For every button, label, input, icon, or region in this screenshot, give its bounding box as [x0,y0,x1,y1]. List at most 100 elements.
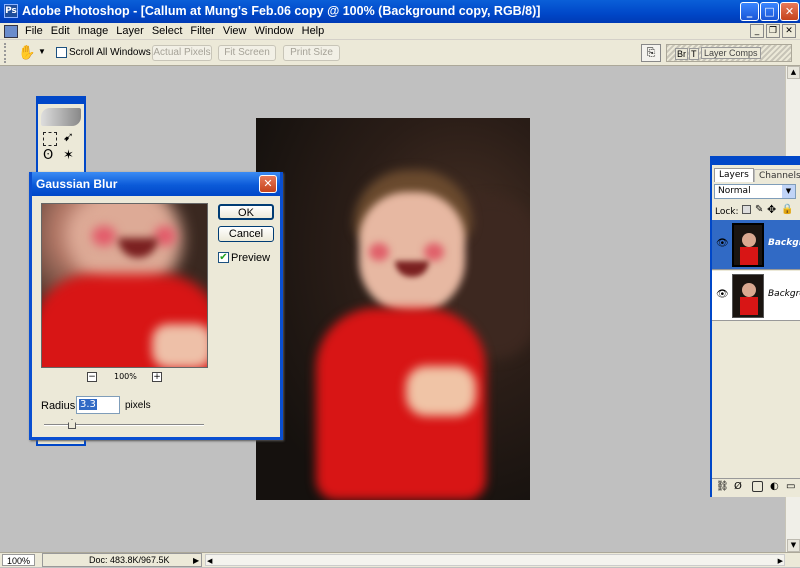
menu-window[interactable]: Window [251,25,298,37]
radius-value: 3.3 [79,399,97,410]
thumbnail-face [742,233,756,247]
zoom-in-button[interactable]: + [152,372,162,382]
layer-name: Backgro [768,238,800,248]
menu-bar: File Edit Image Layer Select Filter View… [0,23,800,40]
menu-image[interactable]: Image [74,25,113,37]
dialog-title: Gaussian Blur [36,177,118,191]
close-button[interactable]: ✕ [780,2,799,21]
doc-minimize-button[interactable]: _ [750,24,764,38]
dialog-title-bar[interactable]: Gaussian Blur [32,172,280,196]
radius-input[interactable]: 3.3 [76,396,120,414]
cancel-button[interactable]: Cancel [218,226,274,242]
preview-cheek [92,226,116,246]
actual-pixels-button[interactable]: Actual Pixels [152,45,212,61]
layer-thumbnail [732,274,764,318]
preview-label: Preview [231,252,271,264]
doc-size-info[interactable]: Doc: 483.8K/967.5K [42,553,202,567]
image-hands [406,366,476,416]
hand-tool-icon[interactable]: ✋ [18,44,35,61]
layer-style-icon[interactable]: Ø [734,481,742,492]
blend-mode-value: Normal [718,186,751,196]
lock-pixels-icon[interactable]: ✎ [755,204,763,215]
layers-footer: ⛓ Ø ◐ ▭ [712,478,800,497]
layer-thumbnail [732,223,764,267]
marquee-tool-icon[interactable] [43,132,57,146]
dialog-close-button[interactable]: ✕ [259,175,277,193]
palette-well: Br T Layer Comps [666,44,792,62]
image-cheek [369,243,389,261]
tool-preset-dropdown-icon[interactable]: ▼ [38,47,46,56]
doc-restore-button[interactable]: ❐ [766,24,780,38]
adjustment-layer-icon[interactable]: ◐ [770,481,779,492]
thumbnail-shirt [740,247,758,265]
scroll-all-label: Scroll All Windows [69,47,151,58]
window-title: Adobe Photoshop - [Callum at Mung's Feb.… [22,4,541,18]
feather-icon[interactable] [41,108,81,126]
tab-channels[interactable]: Channels [754,169,800,182]
link-icon[interactable]: ⛓ [716,481,729,492]
thumbnail-face [742,283,756,297]
lock-position-icon[interactable]: ✥ [767,203,776,216]
tab-layers[interactable]: Layers [714,168,754,182]
radius-slider-thumb[interactable] [68,419,76,429]
zoom-field[interactable]: 100% [2,554,35,566]
gaussian-blur-dialog: Gaussian Blur ✕ OK Cancel ✔ Preview − 10… [29,172,283,440]
toolbox-title-bar[interactable] [38,98,84,104]
preview-checkbox[interactable]: ✔ [218,252,229,263]
radius-unit-label: pixels [125,400,151,411]
chevron-down-icon[interactable]: ▼ [782,185,795,198]
print-size-button[interactable]: Print Size [283,45,340,61]
image-cheek [424,243,444,261]
lasso-tool-icon[interactable]: ʘ [43,148,53,163]
lock-label: Lock: [715,207,739,217]
maximize-button[interactable]: □ [760,2,779,21]
scroll-all-checkbox[interactable] [56,47,67,58]
scroll-right-icon[interactable]: ▶ [778,555,783,568]
menu-select[interactable]: Select [148,25,187,37]
palette-tab-brushes[interactable]: Br [675,48,688,60]
document-image[interactable] [256,118,530,500]
layer-set-icon[interactable]: ▭ [786,481,795,492]
preview-hands [152,324,207,367]
visibility-eye-icon[interactable]: 👁 [716,238,729,249]
blend-mode-select[interactable]: Normal ▼ [714,184,796,199]
minimize-button[interactable]: _ [740,2,759,21]
menu-layer[interactable]: Layer [112,25,148,37]
zoom-out-button[interactable]: − [87,372,97,382]
doc-close-button[interactable]: ✕ [782,24,796,38]
scroll-down-icon[interactable]: ▼ [787,539,800,552]
horizontal-scrollbar[interactable]: ◀ ▶ [205,554,785,566]
menu-filter[interactable]: Filter [186,25,218,37]
grip-handle[interactable] [4,43,8,63]
menu-help[interactable]: Help [298,25,329,37]
blur-preview-window[interactable] [41,203,208,368]
visibility-eye-icon[interactable]: 👁 [716,289,729,300]
scroll-up-icon[interactable]: ▲ [787,66,800,79]
lock-all-icon[interactable]: 🔒 [781,204,793,215]
palette-tab-tool-presets[interactable]: T [689,48,699,60]
window-title-bar: Adobe Photoshop - [Callum at Mung's Feb.… [0,0,800,23]
palette-tab-layer-comps[interactable]: Layer Comps [701,47,761,59]
layers-palette: Layers Channels Normal ▼ Lock: ✎ ✥ 🔒 👁 B… [710,156,800,497]
photoshop-icon[interactable]: Ps [4,4,18,18]
file-browser-icon[interactable]: ⎘ [641,44,661,62]
layer-name: Backgro [768,289,800,299]
lock-transparency-icon[interactable] [742,205,751,214]
status-bar: 100% Doc: 483.8K/967.5K ▶ ◀ ▶ [0,552,800,567]
ok-button[interactable]: OK [218,204,274,220]
layers-palette-title-bar[interactable] [712,158,800,165]
magic-wand-icon[interactable]: ✶ [63,148,74,163]
fit-screen-button[interactable]: Fit Screen [218,45,276,61]
menu-file[interactable]: File [21,25,47,37]
layer-mask-icon[interactable] [752,481,763,492]
layer-row-background[interactable]: 👁 Backgro [712,271,800,321]
menu-view[interactable]: View [219,25,251,37]
document-icon[interactable] [4,24,18,38]
status-menu-arrow-icon[interactable]: ▶ [193,554,199,567]
zoom-level: 100% [114,372,137,381]
move-tool-icon[interactable]: ➹ [63,130,74,145]
scroll-left-icon[interactable]: ◀ [207,555,212,568]
radius-label: Radius: [41,400,79,412]
layer-row-background-copy[interactable]: 👁 Backgro [712,220,800,270]
menu-edit[interactable]: Edit [47,25,74,37]
